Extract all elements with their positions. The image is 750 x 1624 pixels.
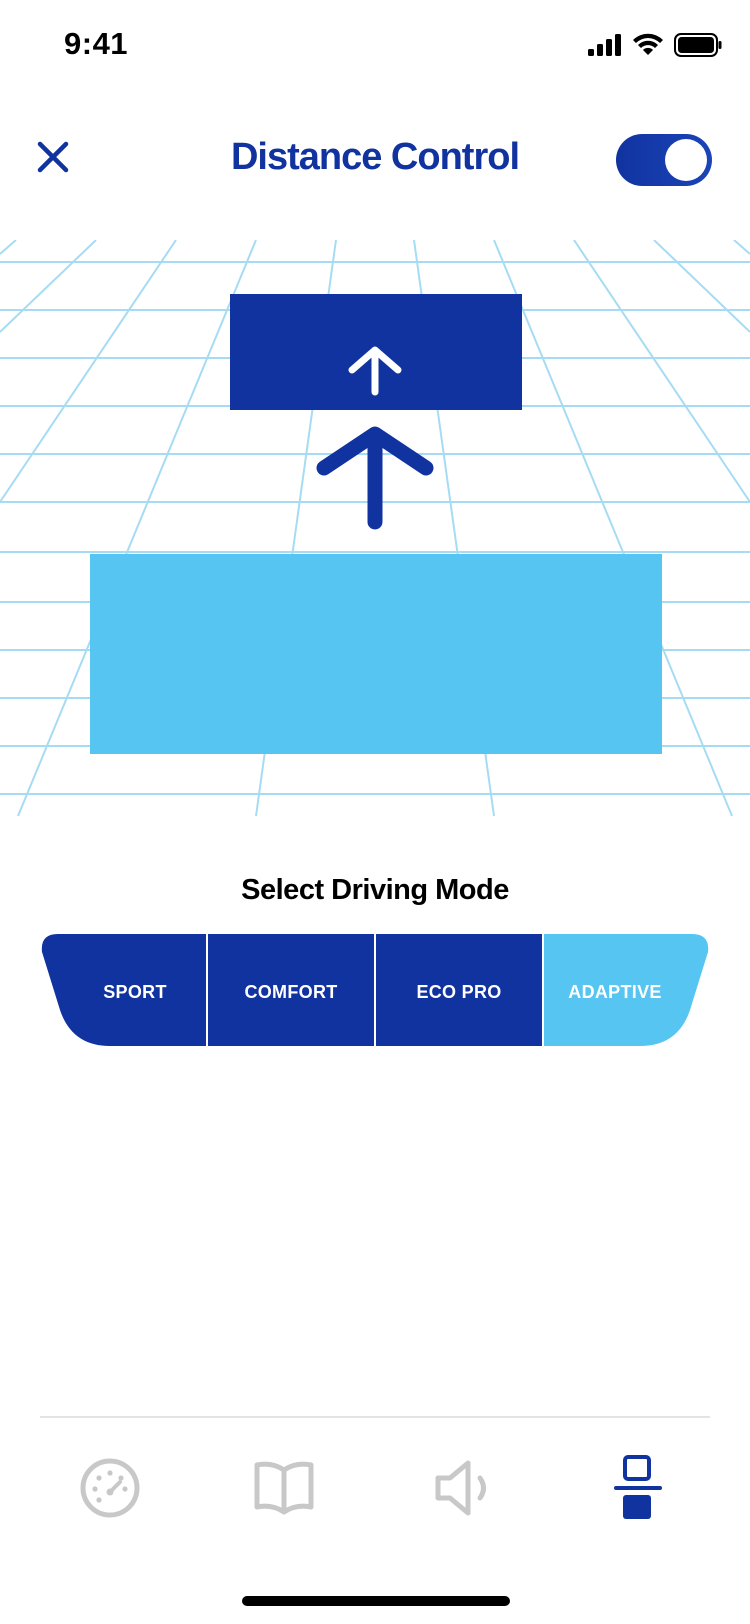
distance-control-toggle[interactable]	[616, 134, 712, 186]
home-indicator[interactable]	[242, 1596, 510, 1606]
status-time: 9:41	[64, 26, 129, 61]
distance-arrow-icon	[316, 426, 434, 530]
mode-adaptive-button[interactable]: ADAPTIVE	[544, 982, 686, 1003]
nav-item-distance[interactable]	[602, 1452, 674, 1524]
speaker-icon	[435, 1460, 486, 1516]
own-vehicle	[90, 554, 662, 754]
toggle-knob	[665, 139, 707, 181]
nav-divider	[40, 1416, 710, 1418]
speedometer-icon	[80, 1458, 140, 1518]
nav-item-manual[interactable]	[248, 1452, 320, 1524]
nav-item-speed[interactable]	[74, 1452, 146, 1524]
mode-eco-pro-button[interactable]: ECO PRO	[376, 982, 542, 1003]
distance-icon	[614, 1455, 662, 1519]
status-icons	[588, 32, 722, 58]
wifi-icon	[633, 33, 663, 55]
distance-visualization	[0, 240, 750, 817]
section-title: Select Driving Mode	[241, 874, 509, 906]
battery-icon	[674, 33, 722, 57]
mode-sport-button[interactable]: SPORT	[40, 982, 230, 1003]
nav-item-sound[interactable]	[428, 1452, 500, 1524]
signal-icon	[588, 34, 621, 56]
mode-comfort-button[interactable]: COMFORT	[208, 982, 374, 1003]
book-icon	[254, 1461, 314, 1515]
